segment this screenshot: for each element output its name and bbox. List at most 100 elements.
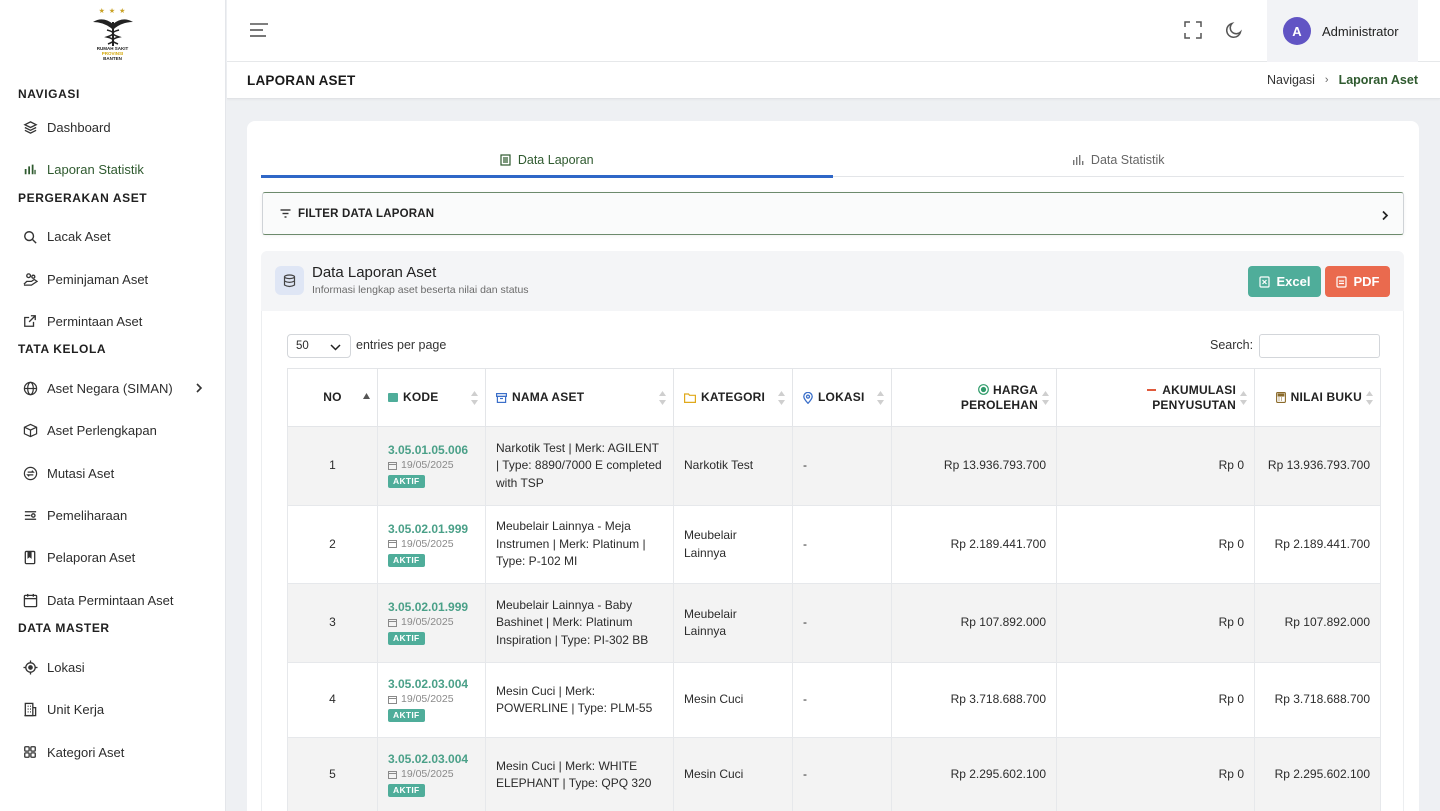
column-header-kode[interactable]: KODE <box>377 368 486 427</box>
column-header-kategori[interactable]: KATEGORI <box>673 368 793 427</box>
dark-mode-icon[interactable] <box>1225 21 1243 44</box>
exchange-icon <box>22 465 38 481</box>
cell-lokasi: - <box>792 426 892 506</box>
coin-icon <box>978 383 989 395</box>
calendar-icon <box>388 695 397 704</box>
column-header-harga-perolehan[interactable]: HARGA PEROLEHAN <box>891 368 1057 427</box>
column-label: NO <box>323 390 342 404</box>
cell-harga-perolehan: Rp 3.718.688.700 <box>891 662 1057 738</box>
sidebar-item-label: Permintaan Aset <box>47 313 143 329</box>
cell-nilai-buku: Rp 2.189.441.700 <box>1254 505 1381 584</box>
sidebar-item-unit-kerja[interactable]: Unit Kerja <box>0 689 225 731</box>
cell-akumulasi-penyusutan: Rp 0 <box>1056 505 1255 584</box>
table-row[interactable]: 1 3.05.01.05.006 19/05/2025 AKTIF Narkot… <box>287 426 1381 506</box>
sidebar-item-kategori-aset[interactable]: Kategori Aset <box>0 731 225 773</box>
sort-icon <box>877 391 884 408</box>
box-icon <box>22 423 38 439</box>
page-title: LAPORAN ASET <box>247 73 356 88</box>
asset-date: 19/05/2025 <box>401 768 454 781</box>
cell-lokasi: - <box>792 505 892 584</box>
sidebar-item-aset-perlengkapan[interactable]: Aset Perlengkapan <box>0 410 225 452</box>
column-header-nilai-buku[interactable]: NILAI BUKU <box>1254 368 1381 427</box>
grid-icon <box>22 744 38 760</box>
table-row[interactable]: 2 3.05.02.01.999 19/05/2025 AKTIF Meubel… <box>287 505 1381 584</box>
table-row[interactable]: 4 3.05.02.03.004 19/05/2025 AKTIF Mesin … <box>287 662 1381 738</box>
table-row[interactable]: 5 3.05.02.03.004 19/05/2025 AKTIF Mesin … <box>287 737 1381 811</box>
sidebar-item-permintaan-aset[interactable]: Permintaan Aset <box>0 300 225 342</box>
search-input[interactable] <box>1259 334 1380 358</box>
tab-data-laporan[interactable]: Data Laporan <box>261 143 833 178</box>
hospital-logo[interactable]: ★ ★ ★ RUMAH SAKIT PROVINSI BANTEN <box>0 0 225 78</box>
export-excel-button[interactable]: Excel <box>1248 266 1321 297</box>
cell-akumulasi-penyusutan: Rp 0 <box>1056 662 1255 738</box>
column-label: NAMA ASET <box>512 390 585 404</box>
asset-code-link[interactable]: 3.05.02.03.004 <box>388 751 475 767</box>
sidebar-item-aset-negara[interactable]: Aset Negara (SIMAN) <box>0 367 225 409</box>
chevron-down-icon <box>330 342 341 354</box>
export-pdf-button[interactable]: PDF <box>1325 266 1390 297</box>
sidebar-item-laporan-statistik[interactable]: Laporan Statistik <box>0 148 225 190</box>
search-icon <box>22 229 38 245</box>
page-length-value: 50 <box>296 340 309 352</box>
cell-no: 4 <box>287 662 378 738</box>
sidebar-item-pemeliharaan[interactable]: Pemeliharaan <box>0 494 225 536</box>
building-icon <box>22 702 38 718</box>
page-length-select[interactable]: 50 <box>287 334 351 358</box>
table-row[interactable]: 3 3.05.02.01.999 19/05/2025 AKTIF Meubel… <box>287 583 1381 663</box>
sidebar-item-peminjaman-aset[interactable]: Peminjaman Aset <box>0 258 225 300</box>
sidebar-item-label: Lacak Aset <box>47 229 111 245</box>
cell-nilai-buku: Rp 13.936.793.700 <box>1254 426 1381 506</box>
fullscreen-icon[interactable] <box>1184 21 1202 44</box>
cell-kode: 3.05.02.01.999 19/05/2025 AKTIF <box>377 505 486 584</box>
sort-icon <box>1240 391 1247 408</box>
menu-toggle-icon[interactable] <box>249 22 269 43</box>
nav-section-data-master: DATA MASTER <box>18 621 110 636</box>
sidebar-item-label: Aset Perlengkapan <box>47 423 157 439</box>
tab-data-statistik[interactable]: Data Statistik <box>833 143 1405 176</box>
asset-code-link[interactable]: 3.05.02.03.004 <box>388 676 475 692</box>
user-menu[interactable]: A Administrator <box>1267 0 1418 62</box>
sidebar-item-lacak-aset[interactable]: Lacak Aset <box>0 216 225 258</box>
sidebar-item-label: Pelaporan Aset <box>47 550 136 566</box>
asset-code-link[interactable]: 3.05.02.01.999 <box>388 521 475 537</box>
column-header-akumulasi-penyusutan[interactable]: AKUMULASI PENYUSUTAN <box>1056 368 1255 427</box>
sidebar-item-pelaporan-aset[interactable]: Pelaporan Aset <box>0 537 225 579</box>
breadcrumb-root-link[interactable]: Navigasi <box>1267 73 1315 87</box>
archive-icon <box>496 392 507 403</box>
sidebar-item-lokasi[interactable]: Lokasi <box>0 646 225 688</box>
table-body: 1 3.05.01.05.006 19/05/2025 AKTIF Narkot… <box>287 426 1381 811</box>
calendar-icon <box>22 592 38 608</box>
sidebar-item-label: Kategori Aset <box>47 744 125 760</box>
asset-code-link[interactable]: 3.05.01.05.006 <box>388 442 475 458</box>
column-header-nama-aset[interactable]: NAMA ASET <box>485 368 674 427</box>
column-label: LOKASI <box>818 390 865 404</box>
asset-date: 19/05/2025 <box>401 693 454 706</box>
asset-date: 19/05/2025 <box>401 537 454 550</box>
sidebar-item-dashboard[interactable]: Dashboard <box>0 106 225 148</box>
calendar-icon <box>388 770 397 779</box>
sort-icon <box>471 391 478 408</box>
page-length-label: entries per page <box>356 338 447 352</box>
report-title: Data Laporan Aset <box>312 264 437 281</box>
cell-kode: 3.05.02.03.004 19/05/2025 AKTIF <box>377 662 486 738</box>
breadcrumb-bar: LAPORAN ASET Navigasi › Laporan Aset <box>227 62 1440 99</box>
cell-nama-aset: Meubelair Lainnya - Meja Instrumen | Mer… <box>485 505 674 584</box>
sidebar-item-mutasi-aset[interactable]: Mutasi Aset <box>0 452 225 494</box>
filter-panel-toggle[interactable]: FILTER DATA LAPORAN <box>262 192 1404 235</box>
asset-code-link[interactable]: 3.05.02.01.999 <box>388 599 475 615</box>
calendar-icon <box>388 618 397 627</box>
cell-kategori: Narkotik Test <box>673 426 793 506</box>
cell-no: 1 <box>287 426 378 506</box>
column-label: HARGA <box>993 382 1038 397</box>
book-icon <box>22 550 38 566</box>
cell-kode: 3.05.02.03.004 19/05/2025 AKTIF <box>377 737 486 811</box>
column-header-no[interactable]: NO <box>287 368 378 427</box>
minus-icon <box>1147 388 1157 391</box>
nav-section-tata-kelola: TATA KELOLA <box>18 342 107 357</box>
layers-icon <box>22 119 38 135</box>
sidebar-item-label: Data Permintaan Aset <box>47 592 174 608</box>
cell-harga-perolehan: Rp 2.189.441.700 <box>891 505 1057 584</box>
status-badge: AKTIF <box>388 784 425 798</box>
column-header-lokasi[interactable]: LOKASI <box>792 368 892 427</box>
sidebar-item-data-permintaan-aset[interactable]: Data Permintaan Aset <box>0 579 225 621</box>
